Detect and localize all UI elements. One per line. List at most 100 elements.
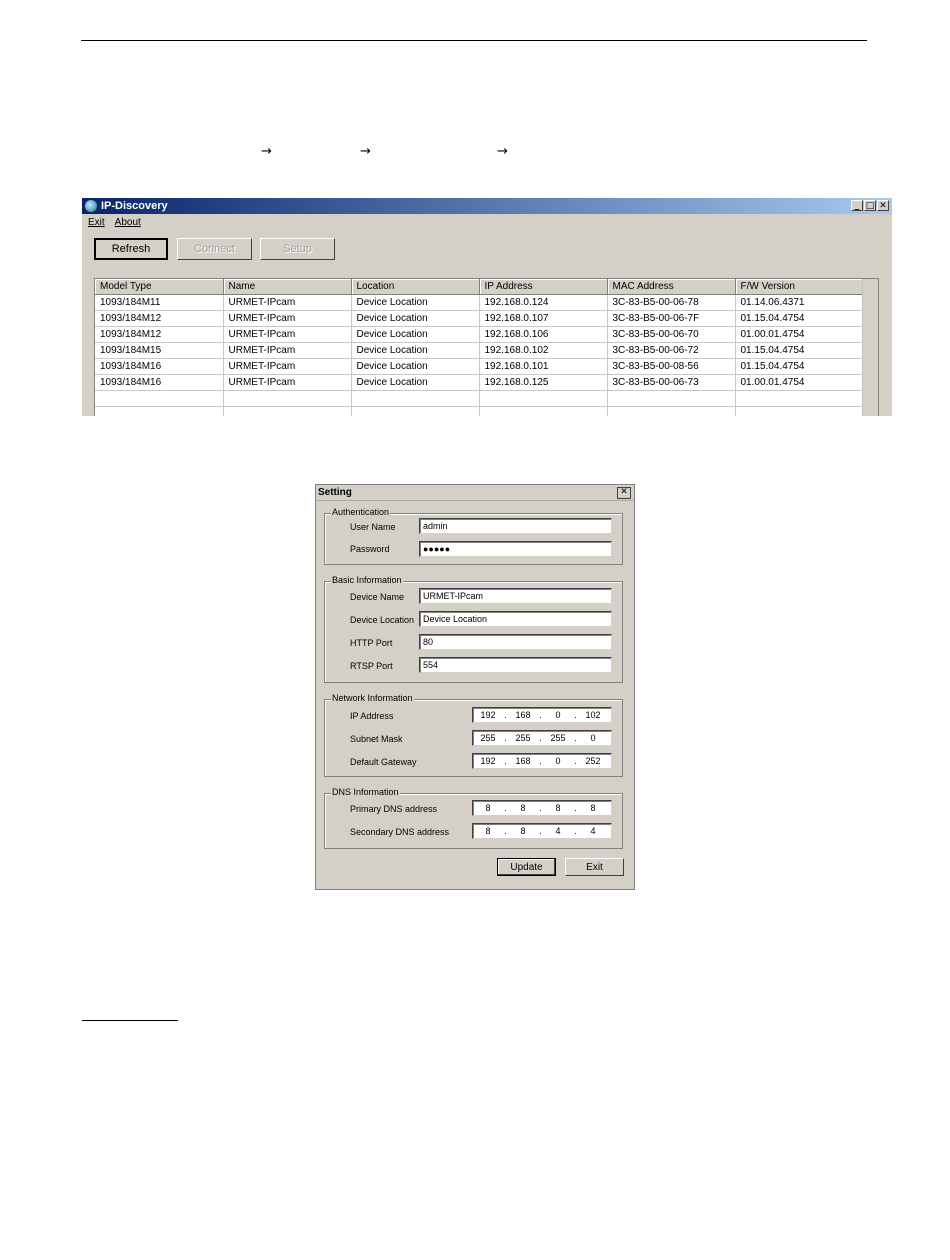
http-port-input[interactable]: 80 — [419, 634, 612, 650]
table-row-empty[interactable] — [95, 390, 865, 407]
exit-button[interactable]: Exit — [565, 858, 624, 876]
ip-octet: 102 — [585, 710, 601, 720]
password-label: Password — [350, 544, 390, 554]
device-name-input[interactable]: URMET-IPcam — [419, 588, 612, 604]
ip-octet: 4 — [590, 826, 596, 836]
primary-dns-label: Primary DNS address — [350, 804, 438, 814]
ip-octet: 8 — [590, 803, 596, 813]
setting-dialog: Setting ✕ Authentication User Name admin… — [315, 484, 635, 890]
ip-address-input[interactable]: 192. 168. 0. 102 — [472, 707, 612, 723]
table-cell: Device Location — [351, 294, 480, 311]
http-port-label: HTTP Port — [350, 638, 393, 648]
window-title: IP-Discovery — [101, 200, 168, 212]
user-name-input[interactable]: admin — [419, 518, 612, 534]
table-cell — [735, 390, 865, 407]
default-gateway-input[interactable]: 192. 168. 0. 252 — [472, 753, 612, 769]
column-header-mac-address[interactable]: MAC Address — [607, 279, 736, 295]
dialog-titlebar[interactable]: Setting ✕ — [316, 485, 634, 501]
group-legend: DNS Information — [331, 787, 400, 797]
table-cell: 01.15.04.4754 — [735, 310, 865, 327]
table-row[interactable]: 1093/184M11 URMET-IPcam Device Location 192… — [95, 294, 865, 311]
table-cell: URMET-IPcam — [223, 374, 352, 391]
dialog-close-button[interactable]: ✕ — [617, 487, 631, 499]
device-list: Model Type Name Location IP Address MAC … — [94, 278, 879, 416]
table-row[interactable]: 1093/184M12 URMET-IPcam Device Location 192… — [95, 326, 865, 343]
subnet-mask-label: Subnet Mask — [350, 734, 403, 744]
table-cell — [607, 406, 736, 416]
ip-octet: 255 — [550, 733, 566, 743]
table-row[interactable]: 1093/184M16 URMET-IPcam Device Location 192… — [95, 358, 865, 375]
table-cell: 192.168.0.124 — [479, 294, 608, 311]
refresh-button[interactable]: Refresh — [94, 238, 168, 260]
maximize-button[interactable]: □ — [864, 200, 876, 211]
column-header-name[interactable]: Name — [223, 279, 352, 295]
group-legend: Authentication — [331, 507, 391, 517]
connect-button[interactable]: Connect — [177, 238, 252, 260]
setup-button[interactable]: Setup — [260, 238, 335, 260]
default-gateway-label: Default Gateway — [350, 757, 417, 767]
secondary-dns-input[interactable]: 8. 8. 4. 4 — [472, 823, 612, 839]
table-cell: 01.14.06.4371 — [735, 294, 865, 311]
table-row[interactable]: 1093/184M12 URMET-IPcam Device Location 192… — [95, 310, 865, 327]
table-row-empty[interactable] — [95, 406, 865, 416]
password-input[interactable]: ●●●●● — [419, 541, 612, 557]
ip-octet: 8 — [520, 826, 526, 836]
ip-octet: 252 — [585, 756, 601, 766]
table-cell — [479, 406, 608, 416]
table-row[interactable]: 1093/184M15 URMET-IPcam Device Location 192… — [95, 342, 865, 359]
basic-information-group: Basic Information Device Name URMET-IPca… — [324, 575, 623, 683]
column-header-ip-address[interactable]: IP Address — [479, 279, 608, 295]
ip-octet: 0 — [555, 710, 561, 720]
ip-octet: 255 — [480, 733, 496, 743]
table-cell: Device Location — [351, 342, 480, 359]
table-cell: URMET-IPcam — [223, 358, 352, 375]
group-legend: Network Information — [331, 693, 414, 703]
primary-dns-input[interactable]: 8. 8. 8. 8 — [472, 800, 612, 816]
group-legend: Basic Information — [331, 575, 403, 585]
menu-about[interactable]: About — [115, 217, 141, 228]
column-header-row: Model Type Name Location IP Address MAC … — [95, 279, 865, 295]
table-cell: 1093/184M16 — [95, 374, 224, 391]
table-cell — [607, 390, 736, 407]
menu-bar: Exit About — [82, 214, 892, 230]
vertical-scrollbar[interactable] — [862, 279, 878, 416]
table-cell: 192.168.0.125 — [479, 374, 608, 391]
table-cell: URMET-IPcam — [223, 326, 352, 343]
ip-discovery-window: IP-Discovery _ □ ✕ Exit About Refresh Co… — [82, 198, 892, 416]
window-titlebar[interactable]: IP-Discovery _ □ ✕ — [82, 198, 892, 214]
table-cell: URMET-IPcam — [223, 294, 352, 311]
menu-exit[interactable]: Exit — [88, 217, 105, 228]
table-cell: 3C-83-B5-00-06-70 — [607, 326, 736, 343]
secondary-dns-label: Secondary DNS address — [350, 827, 450, 837]
header-rule — [81, 40, 867, 41]
table-cell — [479, 390, 608, 407]
column-header-model-type[interactable]: Model Type — [95, 279, 224, 295]
table-row[interactable]: 1093/184M16 URMET-IPcam Device Location 192… — [95, 374, 865, 391]
table-cell: Device Location — [351, 374, 480, 391]
rtsp-port-input[interactable]: 554 — [419, 657, 612, 673]
table-cell: 192.168.0.107 — [479, 310, 608, 327]
table-cell: 192.168.0.101 — [479, 358, 608, 375]
authentication-group: Authentication User Name admin Password … — [324, 507, 623, 565]
ip-octet: 192 — [480, 710, 496, 720]
table-cell: 01.15.04.4754 — [735, 342, 865, 359]
dns-information-group: DNS Information Primary DNS address 8. 8… — [324, 787, 623, 849]
table-cell: 1093/184M12 — [95, 326, 224, 343]
update-button[interactable]: Update — [497, 858, 556, 876]
network-information-group: Network Information IP Address 192. 168.… — [324, 693, 623, 777]
ip-octet: 168 — [515, 710, 531, 720]
device-location-input[interactable]: Device Location — [419, 611, 612, 627]
subnet-mask-input[interactable]: 255. 255. 255. 0 — [472, 730, 612, 746]
table-cell — [223, 406, 352, 416]
column-header-location[interactable]: Location — [351, 279, 480, 295]
ip-octet: 0 — [555, 756, 561, 766]
device-location-label: Device Location — [350, 615, 415, 625]
table-cell: Device Location — [351, 310, 480, 327]
close-button[interactable]: ✕ — [877, 200, 889, 211]
table-cell — [351, 406, 480, 416]
table-cell: 3C-83-B5-00-06-78 — [607, 294, 736, 311]
column-header-fw-version[interactable]: F/W Version — [735, 279, 865, 295]
user-name-label: User Name — [350, 522, 396, 532]
minimize-button[interactable]: _ — [851, 200, 863, 211]
ip-octet: 4 — [555, 826, 561, 836]
